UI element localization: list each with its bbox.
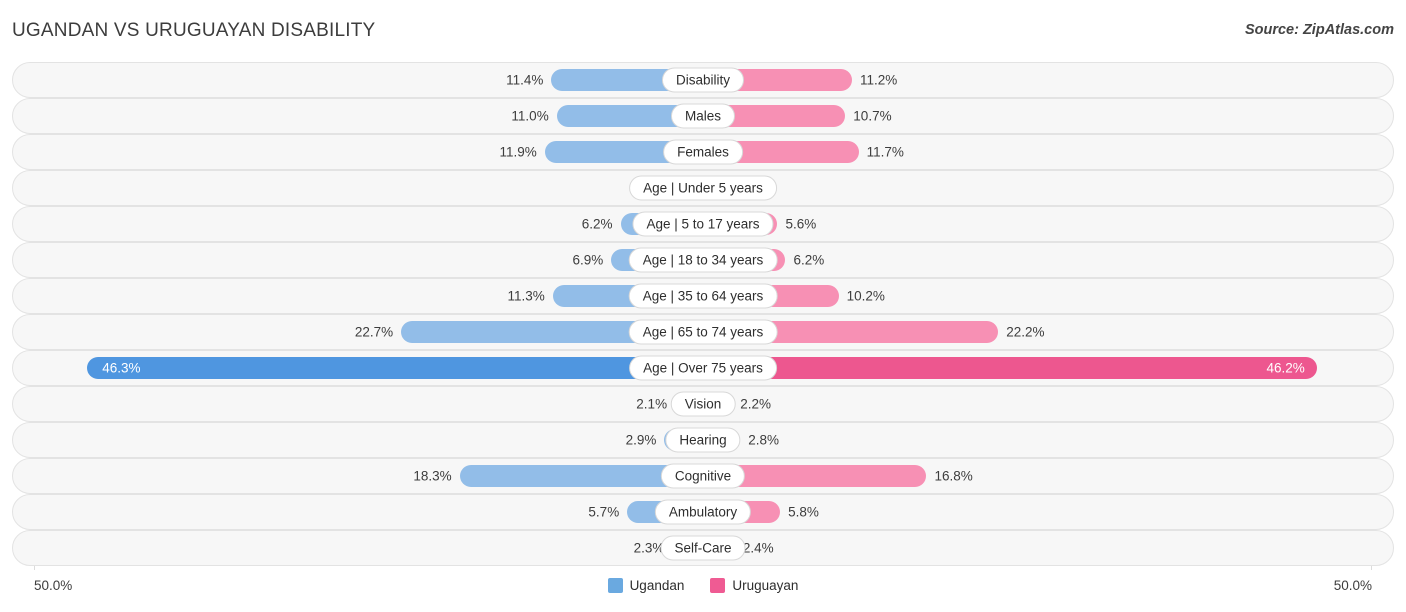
value-label-ugandan: 2.1% (636, 396, 668, 412)
value-label-uruguayan: 2.4% (742, 540, 774, 556)
value-label-uruguayan: 16.8% (934, 468, 973, 484)
chart-legend: Ugandan Uruguayan (0, 578, 1406, 593)
table-row: 46.3% 46.2% Age | Over 75 years (12, 350, 1394, 386)
value-label-uruguayan: 6.2% (793, 252, 825, 268)
value-label-ugandan: 11.9% (499, 144, 537, 160)
legend-label-ugandan: Ugandan (629, 578, 685, 593)
table-row: 6.2% 5.6% Age | 5 to 17 years (12, 206, 1394, 242)
table-row: 11.4% 11.2% Disability (12, 62, 1394, 98)
value-label-ugandan: 6.9% (572, 252, 604, 268)
category-label: Age | Over 75 years (629, 355, 777, 381)
value-label-ugandan: 11.0% (511, 108, 549, 124)
table-row: 2.9% 2.8% Hearing (12, 422, 1394, 458)
category-label: Ambulatory (654, 499, 752, 525)
category-label: Self-Care (660, 535, 746, 561)
value-label-uruguayan: 5.8% (788, 504, 819, 520)
value-label-uruguayan: 22.2% (1006, 324, 1045, 340)
row-plot-area: 2.9% 2.8% Hearing (39, 423, 1367, 457)
value-label-uruguayan: 5.6% (785, 216, 817, 232)
value-label-ugandan: 6.2% (581, 216, 613, 232)
table-row: 5.7% 5.8% Ambulatory (12, 494, 1394, 530)
row-plot-area: 11.3% 10.2% Age | 35 to 64 years (39, 279, 1367, 313)
value-label-ugandan: 11.4% (506, 72, 544, 88)
row-plot-area: 22.7% 22.2% Age | 65 to 74 years (39, 315, 1367, 349)
row-plot-area: 6.2% 5.6% Age | 5 to 17 years (39, 207, 1367, 241)
row-plot-area: 2.3% 2.4% Self-Care (39, 531, 1367, 565)
value-label-uruguayan: 2.2% (740, 396, 772, 412)
category-label: Disability (661, 67, 745, 93)
bar-rows: 11.4% 11.2% Disability 11.0% 10.7% Males 11.9%… (12, 62, 1394, 566)
legend-swatch-uruguayan (710, 578, 726, 593)
row-plot-area: 11.9% 11.7% Females (39, 135, 1367, 169)
table-row: 2.1% 2.2% Vision (12, 386, 1394, 422)
row-plot-area: 18.3% 16.8% Cognitive (39, 459, 1367, 493)
table-row: 22.7% 22.2% Age | 65 to 74 years (12, 314, 1394, 350)
legend-swatch-ugandan (607, 578, 623, 593)
category-label: Vision (670, 391, 736, 417)
table-row: 1.1%1.2%Age | Under 5 years (12, 170, 1394, 206)
category-label: Age | 65 to 74 years (628, 319, 778, 345)
category-label: Age | 18 to 34 years (628, 247, 778, 273)
value-label-uruguayan: 2.8% (748, 432, 780, 448)
value-label-uruguayan: 10.2% (846, 288, 885, 304)
value-label-ugandan: 11.3% (507, 288, 545, 304)
legend-item-uruguayan[interactable]: Uruguayan (710, 578, 798, 593)
table-row: 6.9% 6.2% Age | 18 to 34 years (12, 242, 1394, 278)
category-label: Cognitive (660, 463, 746, 489)
table-row: 11.0% 10.7% Males (12, 98, 1394, 134)
row-plot-area: 2.1% 2.2% Vision (39, 387, 1367, 421)
value-label-ugandan: 5.7% (588, 504, 620, 520)
table-row: 11.9% 11.7% Females (12, 134, 1394, 170)
row-plot-area: 5.7% 5.8% Ambulatory (39, 495, 1367, 529)
row-plot-area: 11.0% 10.7% Males (39, 99, 1367, 133)
value-label-ugandan: 2.9% (625, 432, 657, 448)
row-plot-area: 1.1%1.2%Age | Under 5 years (39, 171, 1367, 205)
value-label-uruguayan: 11.2% (859, 72, 898, 88)
row-plot-area: 6.9% 6.2% Age | 18 to 34 years (39, 243, 1367, 277)
chart-page: UGANDAN VS URUGUAYAN DISABILITY Source: … (0, 0, 1406, 612)
legend-label-uruguayan: Uruguayan (732, 578, 799, 593)
bar-uruguayan (703, 357, 1318, 379)
value-label-ugandan: 46.3% (102, 360, 141, 376)
value-label-ugandan: 22.7% (354, 324, 394, 340)
source-attribution: Source: ZipAtlas.com (1244, 22, 1394, 38)
category-label: Females (663, 139, 743, 165)
category-label: Age | 5 to 17 years (632, 211, 774, 237)
category-label: Males (670, 103, 736, 129)
category-label: Age | 35 to 64 years (628, 283, 778, 309)
table-row: 11.3% 10.2% Age | 35 to 64 years (12, 278, 1394, 314)
table-row: 2.3% 2.4% Self-Care (12, 530, 1394, 566)
legend-item-ugandan[interactable]: Ugandan (607, 578, 685, 593)
row-plot-area: 11.4% 11.2% Disability (39, 63, 1367, 97)
value-label-uruguayan: 46.2% (1266, 360, 1305, 376)
category-label: Age | Under 5 years (629, 175, 777, 201)
page-title: UGANDAN VS URUGUAYAN DISABILITY (12, 20, 376, 41)
category-label: Hearing (665, 427, 741, 453)
table-row: 18.3% 16.8% Cognitive (12, 458, 1394, 494)
row-plot-area: 46.3% 46.2% Age | Over 75 years (39, 351, 1367, 385)
value-label-ugandan: 18.3% (413, 468, 452, 484)
bar-ugandan (87, 357, 703, 379)
value-label-uruguayan: 11.7% (866, 144, 904, 160)
value-label-uruguayan: 10.7% (853, 108, 892, 124)
